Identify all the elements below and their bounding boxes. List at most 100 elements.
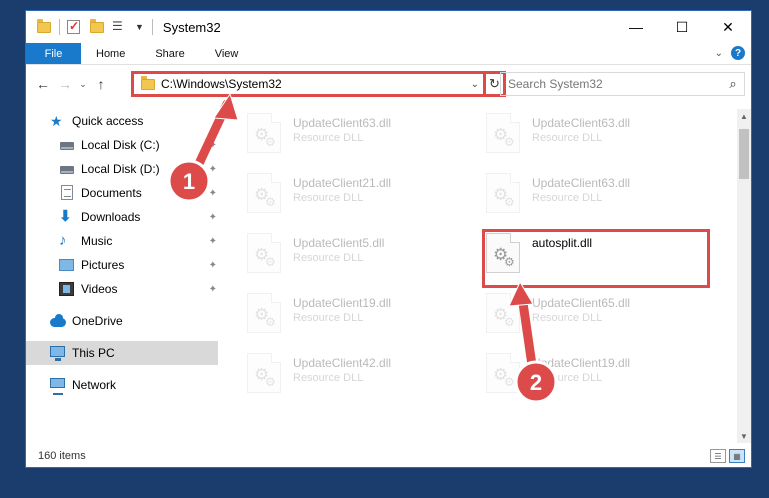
window-title: System32	[162, 19, 221, 35]
search-input[interactable]: Search System32 ⌕	[500, 72, 745, 96]
pin-icon[interactable]: ✦	[209, 260, 217, 271]
item-count: 160 items	[38, 450, 86, 462]
file-type: Resource DLL	[293, 372, 364, 384]
help-icon[interactable]: ?	[731, 46, 745, 60]
forward-button[interactable]: →	[54, 73, 76, 95]
tiles-view-icon[interactable]: ▦	[729, 449, 745, 463]
pin-icon[interactable]: ✦	[209, 140, 217, 151]
folder-icon	[140, 76, 156, 92]
music-icon: ♪	[59, 232, 67, 249]
sidebar-item-this-pc[interactable]: This PC	[26, 341, 218, 365]
sidebar-item-network[interactable]: Network	[26, 373, 221, 397]
address-dropdown-icon[interactable]: ⌄	[471, 79, 479, 90]
scroll-thumb[interactable]	[739, 129, 749, 179]
explorer-window: ☰ ▼ System32 — ☐ ✕ File Home Share View …	[25, 10, 752, 468]
file-type: Resource DLL	[293, 192, 364, 204]
sidebar-item-downloads[interactable]: ⬇ Downloads ✦	[26, 205, 221, 229]
onedrive-icon	[50, 313, 66, 329]
tab-file[interactable]: File	[26, 43, 81, 64]
sidebar-item-label: Local Disk (D:)	[81, 162, 160, 176]
pin-icon[interactable]: ✦	[209, 212, 217, 223]
dll-file-icon: ⚙ ⚙	[486, 113, 520, 153]
sidebar-item-pictures[interactable]: Pictures ✦	[26, 253, 221, 277]
vertical-scrollbar[interactable]: ▲ ▼	[737, 109, 751, 443]
toolbar-divider	[59, 19, 60, 35]
scroll-up-icon[interactable]: ▲	[737, 109, 751, 123]
search-placeholder[interactable]: Search System32	[508, 77, 722, 91]
quick-access-toolbar: ☰ ▼ System32	[26, 11, 221, 43]
file-type: Resource DLL	[532, 372, 603, 384]
dll-file-icon: ⚙ ⚙	[486, 353, 520, 393]
pin-icon[interactable]: ✦	[209, 284, 217, 295]
expand-ribbon-icon[interactable]: ⌄	[715, 48, 723, 59]
documents-icon	[59, 185, 75, 201]
sidebar-item-label: Pictures	[81, 258, 125, 272]
pin-icon[interactable]: ✦	[209, 188, 217, 199]
download-icon: ⬇	[59, 208, 72, 225]
file-item[interactable]: ⚙ ⚙ UpdateClient63.dll Resource DLL	[247, 113, 467, 165]
dll-file-icon: ⚙ ⚙	[486, 173, 520, 213]
pin-icon[interactable]: ✦	[209, 164, 217, 175]
ribbon-right-controls: ⌄ ?	[715, 46, 745, 60]
videos-icon	[59, 281, 75, 297]
file-item[interactable]: ⚙ ⚙ UpdateClient19.dll Resource DLL	[247, 293, 467, 345]
back-button[interactable]: ←	[32, 73, 54, 95]
file-name: UpdateClient19.dll	[293, 296, 392, 310]
new-folder-icon[interactable]	[89, 19, 105, 35]
drive-icon	[59, 137, 75, 153]
dll-file-icon: ⚙ ⚙	[247, 353, 281, 393]
sidebar-item-quick-access[interactable]: ★ Quick access	[26, 109, 221, 133]
file-item[interactable]: ⚙ ⚙ UpdateClient19.dll Resource DLL	[486, 353, 706, 405]
dll-file-icon: ⚙ ⚙	[247, 113, 281, 153]
tab-share[interactable]: Share	[140, 43, 199, 64]
pin-icon[interactable]: ✦	[209, 236, 217, 247]
dll-file-icon: ⚙ ⚙	[247, 293, 281, 333]
file-item[interactable]: ⚙ ⚙ UpdateClient63.dll Resource DLL	[486, 173, 706, 225]
ribbon-tabs: File Home Share View ⌄ ?	[26, 43, 751, 65]
maximize-button[interactable]: ☐	[659, 11, 705, 43]
dll-file-icon: ⚙ ⚙	[247, 173, 281, 213]
title-bar: ☰ ▼ System32 — ☐ ✕	[26, 11, 751, 43]
minimize-button[interactable]: —	[613, 11, 659, 43]
sidebar-item-local-disk-d[interactable]: Local Disk (D:) ✦	[26, 157, 221, 181]
customize-toolbar-icon[interactable]: ☰	[112, 19, 128, 35]
file-item[interactable]: ⚙ ⚙ UpdateClient63.dll Resource DLL	[486, 113, 706, 165]
sidebar-item-videos[interactable]: Videos ✦	[26, 277, 221, 301]
pictures-icon	[59, 257, 75, 273]
sidebar-item-local-disk-c[interactable]: Local Disk (C:) ✦	[26, 133, 221, 157]
toolbar-dropdown-icon[interactable]: ▼	[135, 22, 144, 32]
details-view-icon[interactable]: ☰	[710, 449, 726, 463]
file-type: Resource DLL	[293, 312, 364, 324]
file-type: Resource DLL	[532, 132, 603, 144]
status-bar: 160 items ☰ ▦	[26, 444, 751, 467]
up-button[interactable]: ↑	[90, 73, 112, 95]
search-icon[interactable]: ⌕	[722, 76, 744, 92]
sidebar-item-label: Local Disk (C:)	[81, 138, 160, 152]
star-icon: ★	[50, 113, 63, 129]
sidebar-item-documents[interactable]: Documents ✦	[26, 181, 221, 205]
address-path[interactable]: C:\Windows\System32	[161, 77, 471, 91]
close-button[interactable]: ✕	[705, 11, 751, 43]
file-item[interactable]: ⚙ ⚙ UpdateClient21.dll Resource DLL	[247, 173, 467, 225]
file-item[interactable]: ⚙ ⚙ UpdateClient5.dll Resource DLL	[247, 233, 467, 285]
highlight-box	[482, 229, 710, 288]
file-type: Resource DLL	[532, 192, 603, 204]
sidebar-item-onedrive[interactable]: OneDrive	[26, 309, 221, 333]
sidebar-item-label: Documents	[81, 186, 142, 200]
address-bar[interactable]: C:\Windows\System32 ⌄	[131, 71, 486, 97]
this-pc-icon	[50, 345, 66, 361]
scroll-down-icon[interactable]: ▼	[737, 429, 751, 443]
file-item[interactable]: ⚙ ⚙ UpdateClient65.dll Resource DLL	[486, 293, 706, 345]
file-type: Resource DLL	[293, 132, 364, 144]
file-name: UpdateClient19.dll	[532, 356, 631, 370]
sidebar-item-label: Quick access	[72, 114, 144, 128]
properties-icon[interactable]	[66, 19, 82, 35]
sidebar-item-label: OneDrive	[72, 314, 123, 328]
tab-home[interactable]: Home	[81, 43, 140, 64]
recent-locations-icon[interactable]: ⌄	[76, 73, 90, 95]
file-name: UpdateClient63.dll	[293, 116, 392, 130]
tab-view[interactable]: View	[200, 43, 254, 64]
sidebar-item-music[interactable]: ♪ Music ✦	[26, 229, 221, 253]
file-name: UpdateClient21.dll	[293, 176, 392, 190]
file-item[interactable]: ⚙ ⚙ UpdateClient42.dll Resource DLL	[247, 353, 467, 405]
